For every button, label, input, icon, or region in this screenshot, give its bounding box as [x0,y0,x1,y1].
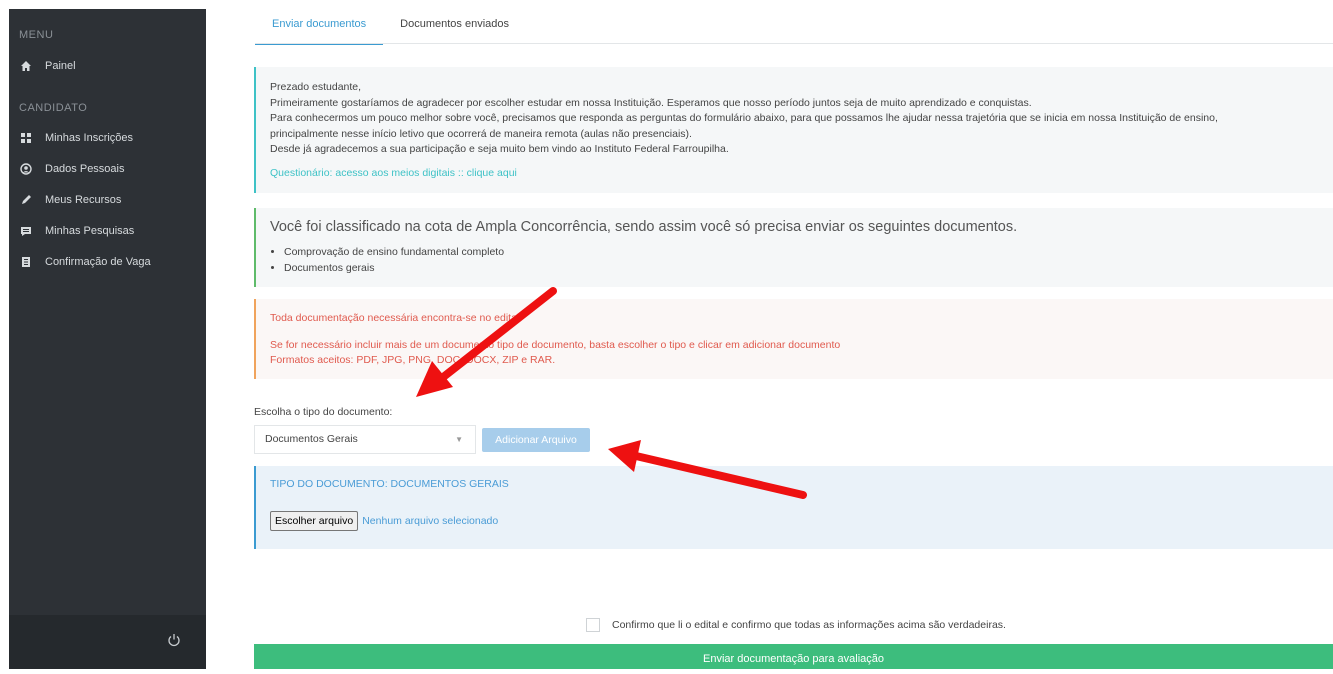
power-icon[interactable] [167,633,181,647]
tab-divider [255,43,1333,44]
sidebar-item-minhas-pesquisas[interactable]: Minhas Pesquisas [19,221,134,241]
sidebar-item-label: Meus Recursos [45,194,122,206]
user-circle-icon [19,162,33,176]
warning-line: Toda documentação necessária encontra-se… [270,312,523,324]
sidebar-item-minhas-inscricoes[interactable]: Minhas Inscrições [19,128,133,148]
confirm-row: Confirmo que li o edital e confirmo que … [586,618,1006,632]
tab-documentos-enviados[interactable]: Documentos enviados [383,18,526,43]
tab-enviar-documentos[interactable]: Enviar documentos [255,18,384,45]
quota-heading: Você foi classificado na cota de Ampla C… [270,219,1018,235]
confirm-label: Confirmo que li o edital e confirmo que … [612,619,1006,631]
pencil-icon [19,193,33,207]
page-margin [0,0,9,669]
warning-line: Formatos aceitos: PDF, JPG, PNG, DOC, DO… [270,354,556,366]
questionnaire-link[interactable]: Questionário: acesso aos meios digitais … [270,166,1333,182]
warning-panel: Toda documentação necessária encontra-se… [254,299,1333,379]
sidebar: MENU Painel CANDIDATO Minhas Inscrições … [9,9,206,669]
document-type-panel: TIPO DO DOCUMENTO: DOCUMENTOS GERAIS Esc… [254,466,1333,549]
file-input-row: Escolher arquivo Nenhum arquivo selecion… [270,511,1333,531]
sidebar-item-meus-recursos[interactable]: Meus Recursos [19,190,121,210]
sidebar-item-painel[interactable]: Painel [19,56,76,76]
sidebar-item-label: Minhas Inscrições [45,132,134,144]
file-status: Nenhum arquivo selecionado [362,515,499,527]
grid-icon [19,131,33,145]
sidebar-item-label: Confirmação de Vaga [45,256,151,268]
sidebar-item-label: Dados Pessoais [45,163,125,175]
info-line: Para conhecermos um pouco melhor sobre v… [270,112,1218,124]
sidebar-item-label: Painel [45,60,76,72]
required-documents-list: Comprovação de ensino fundamental comple… [270,244,1333,276]
welcome-info-panel: Prezado estudante, Primeiramente gostarí… [254,67,1333,193]
info-line: Desde já agradecemos a sua participação … [270,143,729,155]
document-icon [19,255,33,269]
caret-down-icon: ▼ [455,435,463,444]
tab-bar: Enviar documentos Documentos enviados [255,18,526,45]
select-value: Documentos Gerais [265,433,358,445]
sidebar-item-dados-pessoais[interactable]: Dados Pessoais [19,159,125,179]
add-file-button[interactable]: Adicionar Arquivo [482,428,590,452]
sidebar-item-confirmacao-de-vaga[interactable]: Confirmação de Vaga [19,252,151,272]
document-type-title: TIPO DO DOCUMENTO: DOCUMENTOS GERAIS [270,478,509,490]
info-line: Primeiramente gostaríamos de agradecer p… [270,96,1032,109]
sidebar-item-label: Minhas Pesquisas [45,225,135,237]
main-content: Enviar documentos Documentos enviados Pr… [206,0,1333,669]
info-line: principalmente nesse início letivo que o… [270,127,692,140]
sidebar-footer [9,615,206,669]
message-icon [19,224,33,238]
home-icon [19,59,33,73]
list-item: Comprovação de ensino fundamental comple… [284,244,1333,260]
document-type-label: Escolha o tipo do documento: [254,406,393,418]
choose-file-button[interactable]: Escolher arquivo [270,511,359,531]
info-line: Prezado estudante, [270,81,362,93]
warning-line: Se for necessário incluir mais de um doc… [270,339,841,351]
confirm-checkbox[interactable] [586,618,600,632]
quota-panel: Você foi classificado na cota de Ampla C… [254,208,1333,287]
sidebar-section-menu: MENU [19,29,54,41]
document-type-select[interactable]: Documentos Gerais ▼ [254,425,476,454]
submit-documents-button[interactable]: Enviar documentação para avaliação [254,644,1333,669]
list-item: Documentos gerais [284,260,1333,276]
sidebar-section-candidato: CANDIDATO [19,102,88,114]
